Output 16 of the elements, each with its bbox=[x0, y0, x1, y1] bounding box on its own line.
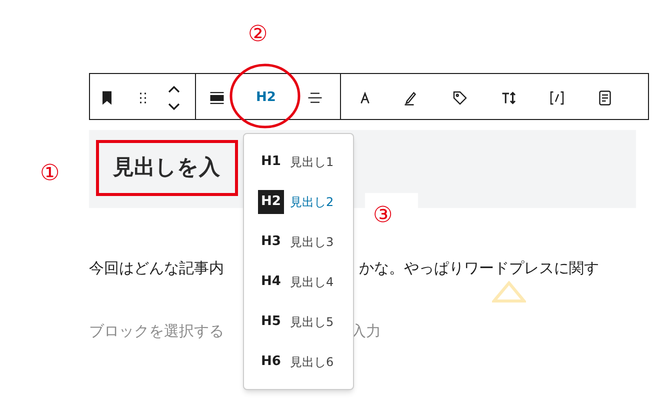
paragraph-text: かな。やっぱりワードプレスに関す bbox=[359, 258, 599, 279]
paragraph-text: 今回はどんな記事内 bbox=[89, 258, 224, 279]
heading-level-item[interactable]: H4 見出し4 bbox=[258, 270, 353, 294]
heading-level-item[interactable]: H1 見出し1 bbox=[258, 150, 353, 174]
annotation-number: ① bbox=[40, 160, 60, 188]
heading-level-button[interactable]: H2 bbox=[248, 86, 284, 110]
heading-level-item[interactable]: H6 見出し6 bbox=[258, 350, 353, 374]
highlight-ellipse bbox=[229, 63, 301, 129]
heading-level-item[interactable]: H3 見出し3 bbox=[258, 230, 353, 254]
heading-text[interactable]: 見出しを入 bbox=[96, 140, 238, 196]
warning-triangle-icon bbox=[492, 281, 526, 303]
heading-level-item[interactable]: H2 見出し2 bbox=[258, 190, 353, 214]
annotation-number: ③ bbox=[373, 202, 393, 230]
block-prompt-text: ブロックを選択する bbox=[89, 321, 224, 342]
heading-level-item[interactable]: H5 見出し5 bbox=[258, 310, 353, 334]
annotation-number: ② bbox=[248, 21, 268, 49]
